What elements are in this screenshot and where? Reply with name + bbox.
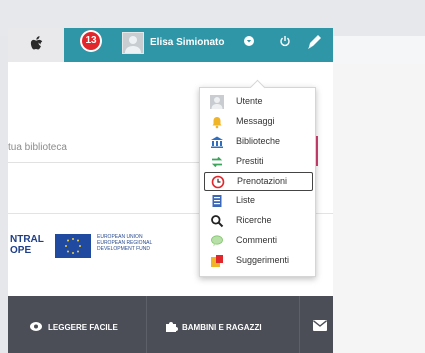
eye-icon bbox=[30, 322, 42, 331]
footer-separator bbox=[299, 296, 300, 353]
menu-item-prenotazioni[interactable]: Prenotazioni bbox=[204, 172, 313, 191]
menu-item-liste[interactable]: Liste bbox=[204, 192, 311, 210]
mail-icon[interactable] bbox=[313, 320, 327, 331]
user-dropdown-menu: Utente Messaggi Biblioteche Prestiti Pre… bbox=[199, 79, 316, 277]
menu-item-label: Utente bbox=[236, 96, 263, 106]
page-margin-right bbox=[333, 36, 425, 353]
menu-item-ricerche[interactable]: Ricerche bbox=[204, 212, 311, 230]
puzzle-icon bbox=[166, 322, 178, 332]
menu-item-label: Biblioteche bbox=[236, 136, 281, 146]
chevron-down-icon[interactable] bbox=[244, 36, 254, 46]
notification-badge[interactable]: 13 bbox=[80, 30, 102, 52]
central-europe-logo-line: OPE bbox=[10, 245, 32, 256]
footer-nav: LEGGERE FACILE BAMBINI E RAGAZZI bbox=[8, 296, 333, 353]
menu-item-label: Commenti bbox=[236, 235, 278, 245]
footer-nav-leggere-facile[interactable]: LEGGERE FACILE bbox=[48, 323, 118, 332]
eu-fund-line: DEVELOPMENT FUND bbox=[97, 246, 150, 252]
menu-item-label: Suggerimenti bbox=[236, 255, 290, 265]
suggestion-icon bbox=[211, 255, 223, 267]
search-icon bbox=[211, 215, 224, 228]
menu-item-label: Messaggi bbox=[236, 116, 275, 126]
transfer-icon bbox=[211, 156, 223, 168]
menu-item-suggerimenti[interactable]: Suggerimenti bbox=[204, 252, 311, 270]
clock-icon bbox=[211, 175, 225, 189]
eu-flag-icon bbox=[55, 234, 91, 258]
menu-item-label: Prenotazioni bbox=[237, 176, 288, 186]
search-placeholder-text[interactable]: tua biblioteca bbox=[8, 142, 67, 153]
power-icon[interactable] bbox=[279, 35, 291, 47]
central-europe-logo-line: NTRAL bbox=[10, 234, 44, 245]
footer-separator bbox=[146, 296, 147, 353]
menu-item-utente[interactable]: Utente bbox=[204, 93, 311, 111]
user-icon bbox=[210, 95, 224, 109]
menu-item-commenti[interactable]: Commenti bbox=[204, 232, 311, 250]
apple-icon[interactable] bbox=[30, 36, 44, 52]
library-icon bbox=[211, 136, 223, 148]
central-europe-logo: NTRAL OPE bbox=[10, 234, 44, 256]
menu-item-label: Liste bbox=[236, 195, 256, 205]
list-icon bbox=[212, 195, 222, 207]
bell-icon bbox=[212, 117, 222, 129]
menu-item-label: Prestiti bbox=[236, 156, 264, 166]
menu-item-label: Ricerche bbox=[236, 215, 272, 225]
eu-fund-text: EUROPEAN UNION EUROPEAN REGIONAL DEVELOP… bbox=[97, 234, 152, 258]
pencil-icon[interactable] bbox=[306, 32, 322, 50]
user-silhouette-icon bbox=[125, 36, 141, 53]
menu-item-biblioteche[interactable]: Biblioteche bbox=[204, 133, 311, 151]
comment-icon bbox=[211, 235, 223, 247]
menu-item-prestiti[interactable]: Prestiti bbox=[204, 153, 311, 171]
footer-nav-bambini-ragazzi[interactable]: BAMBINI E RAGAZZI bbox=[182, 323, 262, 332]
menu-item-messaggi[interactable]: Messaggi bbox=[204, 113, 311, 131]
user-name[interactable]: Elisa Simionato bbox=[150, 37, 224, 48]
avatar[interactable] bbox=[122, 32, 144, 54]
